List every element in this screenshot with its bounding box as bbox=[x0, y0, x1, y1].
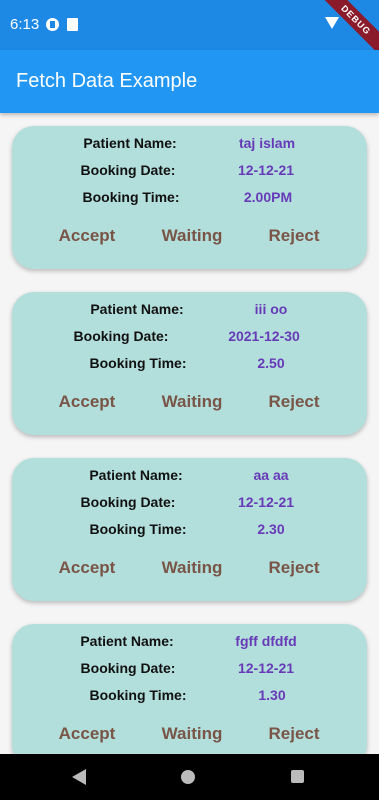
booking-card: Patient Name: fgff dfdfd Booking Date: 1… bbox=[12, 624, 367, 754]
accept-button[interactable]: Accept bbox=[59, 558, 116, 578]
booking-date-label: Booking Date: bbox=[80, 162, 176, 178]
status-bar: 6:13 DEBUG bbox=[0, 0, 379, 65]
action-row: Accept Waiting Reject bbox=[12, 392, 367, 416]
booking-time-value: 2.00PM bbox=[243, 189, 293, 205]
booking-date-value: 2021-12-30 bbox=[228, 328, 300, 344]
booking-time-row: Booking Time: 1.30 bbox=[12, 687, 367, 707]
booking-card: Patient Name: taj islam Booking Date: 12… bbox=[12, 126, 367, 269]
waiting-button[interactable]: Waiting bbox=[162, 558, 223, 578]
reject-button[interactable]: Reject bbox=[268, 724, 319, 744]
booking-card: Patient Name: aa aa Booking Date: 12-12-… bbox=[12, 458, 367, 601]
waiting-button[interactable]: Waiting bbox=[162, 724, 223, 744]
patient-name-row: Patient Name: aa aa bbox=[12, 467, 367, 487]
reject-button[interactable]: Reject bbox=[268, 392, 319, 412]
booking-time-label: Booking Time: bbox=[89, 355, 187, 371]
booking-card: Patient Name: iii oo Booking Date: 2021-… bbox=[12, 292, 367, 435]
recent-apps-icon[interactable] bbox=[291, 770, 304, 783]
patient-name-label: Patient Name: bbox=[89, 467, 183, 483]
reject-button[interactable]: Reject bbox=[268, 558, 319, 578]
waiting-button[interactable]: Waiting bbox=[162, 392, 223, 412]
booking-date-row: Booking Date: 12-12-21 bbox=[12, 494, 367, 514]
system-nav-bar bbox=[0, 754, 379, 800]
booking-time-row: Booking Time: 2.00PM bbox=[12, 189, 367, 209]
booking-time-value: 2.50 bbox=[257, 355, 285, 371]
status-time: 6:13 bbox=[10, 16, 40, 33]
waiting-button[interactable]: Waiting bbox=[162, 226, 223, 246]
wifi-icon bbox=[325, 17, 339, 29]
booking-date-value: 12-12-21 bbox=[237, 660, 295, 676]
booking-date-row: Booking Date: 2021-12-30 bbox=[12, 328, 367, 348]
booking-time-value: 1.30 bbox=[258, 687, 286, 703]
booking-time-row: Booking Time: 2.30 bbox=[12, 521, 367, 541]
booking-time-value: 2.30 bbox=[257, 521, 285, 537]
reject-button[interactable]: Reject bbox=[268, 226, 319, 246]
patient-name-value: fgff dfdfd bbox=[235, 633, 297, 649]
booking-time-label: Booking Time: bbox=[82, 189, 180, 205]
notification-icon bbox=[46, 18, 59, 31]
booking-date-label: Booking Date: bbox=[80, 660, 176, 676]
patient-name-label: Patient Name: bbox=[83, 135, 177, 151]
patient-name-value: aa aa bbox=[253, 467, 289, 483]
action-row: Accept Waiting Reject bbox=[12, 226, 367, 250]
action-row: Accept Waiting Reject bbox=[12, 724, 367, 748]
booking-date-label: Booking Date: bbox=[73, 328, 169, 344]
booking-list[interactable]: Patient Name: taj islam Booking Date: 12… bbox=[0, 113, 379, 754]
patient-name-label: Patient Name: bbox=[80, 633, 174, 649]
patient-name-row: Patient Name: iii oo bbox=[12, 301, 367, 321]
page-title: Fetch Data Example bbox=[16, 70, 198, 92]
booking-time-label: Booking Time: bbox=[89, 687, 187, 703]
patient-name-label: Patient Name: bbox=[90, 301, 184, 317]
accept-button[interactable]: Accept bbox=[59, 226, 116, 246]
accept-button[interactable]: Accept bbox=[59, 392, 116, 412]
patient-name-value: iii oo bbox=[254, 301, 288, 317]
app-bar: Fetch Data Example bbox=[0, 50, 379, 113]
booking-time-row: Booking Time: 2.50 bbox=[12, 355, 367, 375]
booking-date-label: Booking Date: bbox=[80, 494, 176, 510]
booking-date-value: 12-12-21 bbox=[237, 162, 295, 178]
booking-time-label: Booking Time: bbox=[89, 521, 187, 537]
home-icon[interactable] bbox=[181, 770, 195, 784]
back-icon[interactable] bbox=[72, 769, 86, 785]
patient-name-row: Patient Name: taj islam bbox=[12, 135, 367, 155]
accept-button[interactable]: Accept bbox=[59, 724, 116, 744]
patient-name-row: Patient Name: fgff dfdfd bbox=[12, 633, 367, 653]
booking-date-row: Booking Date: 12-12-21 bbox=[12, 660, 367, 680]
booking-date-row: Booking Date: 12-12-21 bbox=[12, 162, 367, 182]
action-row: Accept Waiting Reject bbox=[12, 558, 367, 582]
patient-name-value: taj islam bbox=[238, 135, 296, 151]
booking-date-value: 12-12-21 bbox=[237, 494, 295, 510]
sd-card-icon bbox=[67, 18, 78, 31]
